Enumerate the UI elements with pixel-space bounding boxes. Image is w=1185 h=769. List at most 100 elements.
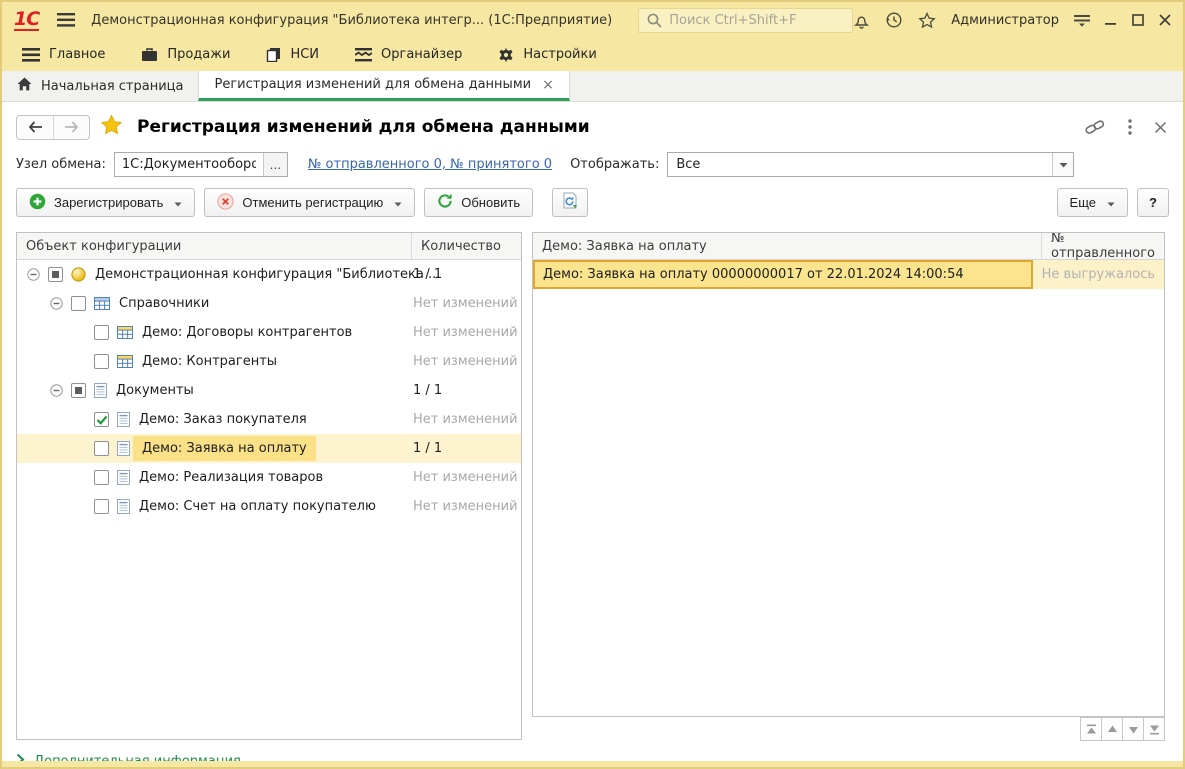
forward-button[interactable] <box>53 116 89 139</box>
config-objects-tree: Объект конфигурации Количество Демонстра… <box>16 232 522 740</box>
registration-checkbox[interactable] <box>94 325 109 340</box>
tree-row[interactable]: Документы1 / 1 <box>17 376 521 405</box>
refresh-label: Обновить <box>461 195 520 210</box>
get-link-icon[interactable] <box>1084 118 1106 136</box>
registration-checkbox[interactable] <box>94 441 109 456</box>
column-document[interactable]: Демо: Заявка на оплату <box>533 233 1041 259</box>
more-button[interactable]: Еще <box>1057 188 1128 217</box>
registration-checkbox[interactable] <box>71 383 86 398</box>
register-dropdown-icon <box>174 195 182 210</box>
go-first-button[interactable] <box>1080 717 1102 741</box>
display-filter-select[interactable]: Все <box>667 152 1074 177</box>
registration-checkbox[interactable] <box>94 499 109 514</box>
global-search-input[interactable]: Поиск Ctrl+Shift+F <box>638 8 853 33</box>
maximize-icon[interactable] <box>1132 14 1144 26</box>
commands-toolbar: Зарегистрировать Отменить регистрацию Об… <box>2 185 1183 225</box>
history-icon[interactable] <box>885 11 903 29</box>
message-numbers-link[interactable]: № отправленного 0, № принятого 0 <box>308 157 552 172</box>
tree-row[interactable]: Демо: Реализация товаровНет изменений <box>17 463 521 492</box>
tab-home[interactable]: Начальная страница <box>2 71 198 101</box>
tabstrip: Начальная страница Регистрация изменений… <box>2 71 1183 102</box>
registration-checkbox[interactable] <box>94 354 109 369</box>
catalog-icon <box>117 355 133 368</box>
list-row-status: Не выгружалось <box>1033 260 1164 289</box>
cancel-x-icon <box>217 193 234 213</box>
register-button[interactable]: Зарегистрировать <box>16 188 195 217</box>
favorite-star-icon[interactable] <box>100 114 123 140</box>
tree-row[interactable]: Демо: Счет на оплату покупателю Нет измен… <box>17 492 521 521</box>
registration-checkbox[interactable] <box>94 470 109 485</box>
form-header: Регистрация изменений для обмена данными <box>2 102 1183 148</box>
go-last-button[interactable] <box>1143 717 1165 741</box>
cancel-registration-button[interactable]: Отменить регистрацию <box>204 188 415 217</box>
exchange-node-input[interactable] <box>115 153 263 176</box>
document-icon <box>117 412 130 427</box>
tree-row-label: Справочники <box>119 293 209 314</box>
menubar-item[interactable]: НСИ <box>266 47 319 62</box>
tree-row-count: Нет изменений <box>413 499 518 514</box>
register-label: Зарегистрировать <box>54 195 163 210</box>
tree-row[interactable]: Демо: Заказ покупателяНет изменений <box>17 405 521 434</box>
document-icon <box>117 470 130 485</box>
main-menu-icon[interactable] <box>57 13 75 27</box>
expand-group-chevron-icon[interactable] <box>16 753 25 769</box>
catalogs-icon <box>266 47 281 62</box>
go-next-button[interactable] <box>1122 717 1144 741</box>
tab-home-label: Начальная страница <box>41 79 183 94</box>
export-changes-button[interactable] <box>552 188 588 217</box>
registration-checkbox[interactable] <box>94 412 109 427</box>
minimize-icon[interactable] <box>1105 14 1117 26</box>
favorites-star-icon[interactable] <box>918 12 936 29</box>
registration-checkbox[interactable] <box>71 296 86 311</box>
back-button[interactable] <box>17 116 53 139</box>
dropdown-arrow-icon[interactable] <box>1052 153 1073 176</box>
go-previous-button[interactable] <box>1101 717 1123 741</box>
tree-row-label: Демо: Счет на оплату покупателю <box>139 496 376 517</box>
notifications-bell-icon[interactable] <box>853 12 870 29</box>
menubar-item[interactable]: Настройки <box>498 47 596 63</box>
menubar-item[interactable]: Продажи <box>141 47 230 62</box>
more-menu-icon[interactable] <box>1128 119 1132 135</box>
window-title: Демонстрационная конфигурация "Библиотек… <box>91 13 612 28</box>
tree-row[interactable]: Демо: Договоры контрагентовНет изменений <box>17 318 521 347</box>
collapse-node-icon[interactable] <box>50 384 63 397</box>
tree-row-count: Нет изменений <box>413 470 518 485</box>
additional-info-link[interactable]: Дополнительная информация <box>34 754 241 769</box>
tree-row[interactable]: Демонстрационная конфигурация "Библиотек… <box>17 260 521 289</box>
more-dropdown-icon <box>1107 195 1115 210</box>
tab-close-icon[interactable]: × <box>542 77 554 93</box>
close-window-icon[interactable] <box>1159 14 1171 26</box>
go-previous-icon <box>1107 725 1118 734</box>
gear-icon <box>498 47 514 63</box>
list-row[interactable]: Демо: Заявка на оплату 00000000017 от 22… <box>533 260 1164 289</box>
tree-row-count: Нет изменений <box>413 354 518 369</box>
choose-node-button[interactable]: ... <box>263 153 287 176</box>
cancel-dropdown-icon <box>394 195 402 210</box>
view-settings-icon[interactable] <box>1074 14 1090 27</box>
tab-registration-changes[interactable]: Регистрация изменений для обмена данными… <box>198 71 569 101</box>
registered-changes-list: Демо: Заявка на оплату № отправленного Д… <box>532 232 1165 717</box>
refresh-button[interactable]: Обновить <box>424 188 533 217</box>
tree-row[interactable]: Демо: КонтрагентыНет изменений <box>17 347 521 376</box>
collapse-node-icon[interactable] <box>27 268 40 281</box>
document-group-icon <box>94 383 107 398</box>
go-first-icon <box>1086 724 1097 735</box>
tree-row-label: Демо: Заявка на оплату <box>133 436 316 461</box>
column-count[interactable]: Количество <box>411 233 521 259</box>
list-navigation <box>532 717 1165 741</box>
current-user-label[interactable]: Администратор <box>951 13 1059 28</box>
close-form-icon[interactable] <box>1154 121 1167 134</box>
menubar-item-label: Органайзер <box>381 47 462 62</box>
column-object[interactable]: Объект конфигурации <box>17 233 411 259</box>
collapse-node-icon[interactable] <box>50 297 63 310</box>
more-label: Еще <box>1070 195 1096 210</box>
menubar-item[interactable]: Главное <box>22 47 105 62</box>
registration-checkbox[interactable] <box>48 267 63 282</box>
tab-active-label: Регистрация изменений для обмена данными <box>214 77 531 92</box>
tree-row[interactable]: СправочникиНет изменений <box>17 289 521 318</box>
parameters-row: Узел обмена: ... № отправленного 0, № пр… <box>2 148 1183 185</box>
column-sent-number[interactable]: № отправленного <box>1041 233 1164 259</box>
help-button[interactable]: ? <box>1137 188 1169 217</box>
tree-row[interactable]: Демо: Заявка на оплату1 / 1 <box>17 434 521 463</box>
menubar-item[interactable]: Органайзер <box>355 47 462 62</box>
